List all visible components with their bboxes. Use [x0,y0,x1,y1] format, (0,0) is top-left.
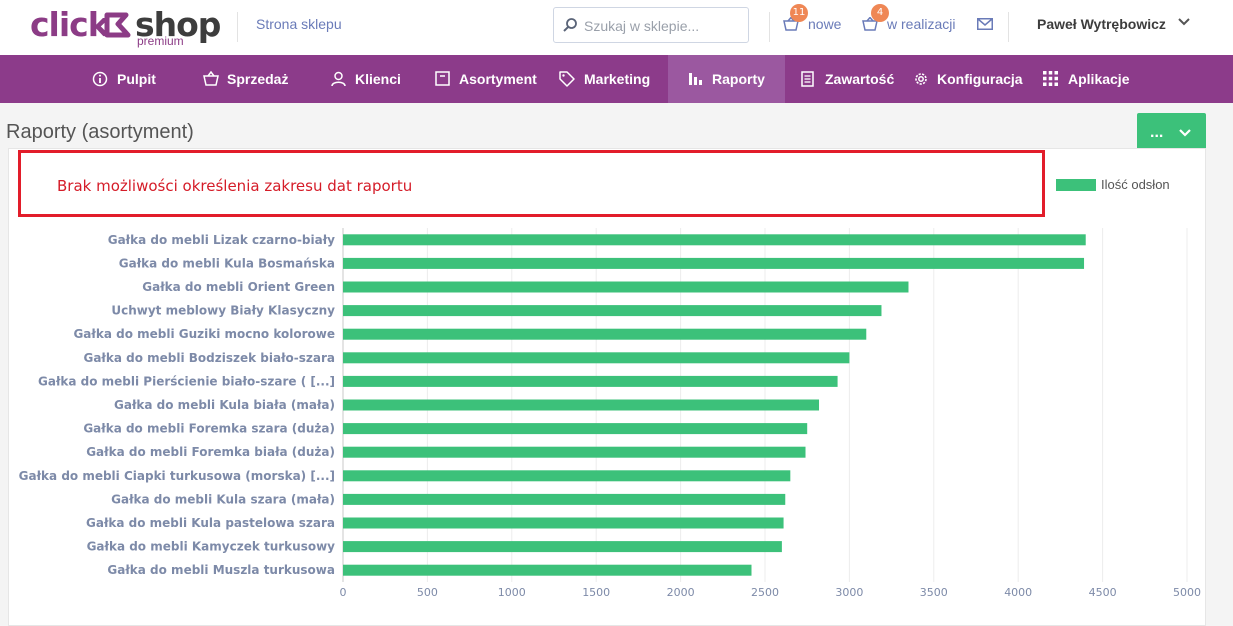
y-category-label: Gałka do mebli Kamyczek turkusowy [87,540,336,554]
y-category-label: Gałka do mebli Kula szara (mała) [111,492,335,506]
chart-bar[interactable] [343,470,791,482]
chart-bar[interactable] [343,541,782,553]
chart-bar[interactable] [343,257,1085,269]
x-tick-label: 0 [340,586,347,599]
chart-bar[interactable] [343,446,806,458]
y-category-label: Gałka do mebli Lizak czarno-biały [108,233,335,247]
x-tick-label: 1000 [498,586,526,599]
views-bar-chart: 0 500 1000 1500 2000 2500 3000 3500 4000 4500 5000… [19,228,1201,599]
y-category-label: Gałka do mebli Pierścienie biało-szare (… [38,374,335,388]
y-category-label: Gałka do mebli Guziki mocno kolorowe [73,327,335,341]
chart-bar[interactable] [343,281,909,293]
chart-bar[interactable] [343,328,867,340]
x-tick-label: 4500 [1089,586,1117,599]
y-category-label: Gałka do mebli Kula biała (mała) [114,398,335,412]
chart-bar[interactable] [343,564,752,576]
chart-bar[interactable] [343,352,850,364]
y-category-label: Gałka do mebli Ciapki turkusowa (morska)… [19,469,335,483]
chart-bar[interactable] [343,234,1086,246]
chart-bar[interactable] [343,493,786,505]
x-tick-label: 5000 [1173,586,1201,599]
x-tick-label: 3000 [835,586,863,599]
chart-bar[interactable] [343,517,784,529]
x-tick-label: 1500 [582,586,610,599]
chart-bar[interactable] [343,375,838,387]
y-category-label: Gałka do mebli Foremka biała (duża) [86,445,335,459]
chart-bar[interactable] [343,305,882,317]
y-category-label: Gałka do mebli Kula Bosmańska [119,256,335,270]
y-category-label: Gałka do mebli Foremka szara (duża) [83,422,335,436]
y-category-label: Gałka do mebli Bodziszek biało-szara [83,351,335,365]
chart-bar[interactable] [343,399,820,411]
x-tick-label: 500 [417,586,438,599]
chart-bar[interactable] [343,423,808,435]
y-category-label: Gałka do mebli Muszla turkusowa [107,563,335,577]
y-category-label: Gałka do mebli Orient Green [142,280,335,294]
x-tick-label: 2500 [751,586,779,599]
x-tick-label: 2000 [667,586,695,599]
y-category-label: Uchwyt meblowy Biały Klasyczny [111,304,335,318]
x-tick-label: 3500 [920,586,948,599]
x-tick-label: 4000 [1004,586,1032,599]
y-category-label: Gałka do mebli Kula pastelowa szara [86,516,335,530]
